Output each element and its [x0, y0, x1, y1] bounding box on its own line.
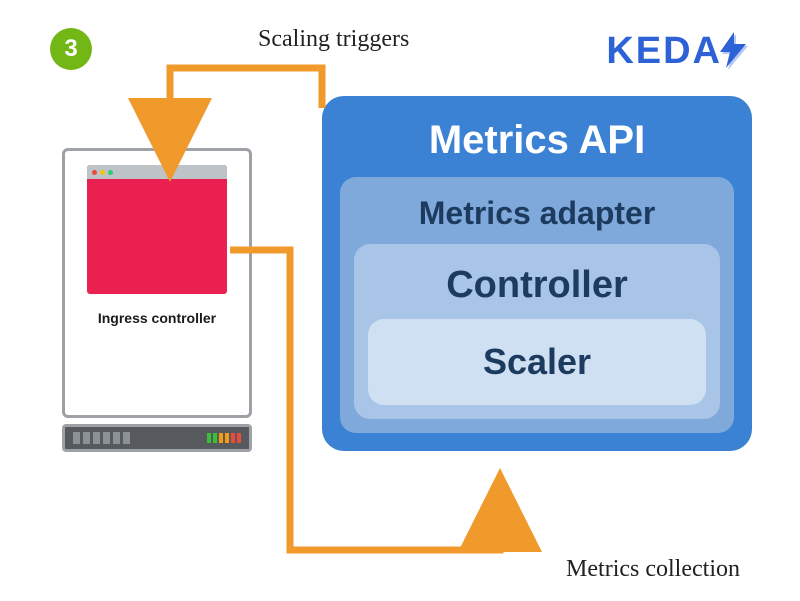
rack-slot-icon [123, 432, 130, 444]
rack-slot-icon [83, 432, 90, 444]
rack-slot-icon [93, 432, 100, 444]
metrics-adapter-layer: Metrics adapter Controller Scaler [340, 177, 734, 433]
server-screen: Ingress controller [62, 148, 252, 418]
rack-slots [73, 432, 130, 444]
scaling-triggers-label: Scaling triggers [258, 26, 409, 53]
window-dot-yellow-icon [100, 170, 105, 175]
server-rack [62, 424, 252, 452]
window-dot-red-icon [92, 170, 97, 175]
ingress-controller-label: Ingress controller [98, 310, 216, 326]
scaler-label: Scaler [483, 341, 591, 382]
rack-slot-icon [73, 432, 80, 444]
step-badge: 3 [50, 28, 92, 70]
window-body [87, 179, 227, 294]
ingress-server: Ingress controller [62, 148, 252, 452]
scaler-layer: Scaler [368, 319, 706, 405]
metrics-collection-label: Metrics collection [566, 556, 740, 583]
led-green-icon [213, 433, 217, 443]
rack-leds [207, 433, 241, 443]
keda-stack: Metrics API Metrics adapter Controller S… [322, 96, 752, 451]
keda-logo: KEDA [606, 30, 752, 73]
led-green-icon [207, 433, 211, 443]
metrics-adapter-label: Metrics adapter [354, 195, 720, 232]
scaling-triggers-arrow-icon [170, 68, 322, 140]
led-red-icon [237, 433, 241, 443]
app-window [87, 165, 227, 294]
rack-slot-icon [103, 432, 110, 444]
keda-logo-text: KEDA [606, 30, 722, 73]
metrics-api-title: Metrics API [340, 118, 734, 163]
led-orange-icon [219, 433, 223, 443]
window-titlebar [87, 165, 227, 179]
window-dot-green-icon [108, 170, 113, 175]
controller-layer: Controller Scaler [354, 244, 720, 419]
controller-label: Controller [368, 264, 706, 307]
lightning-icon [718, 32, 752, 72]
rack-slot-icon [113, 432, 120, 444]
led-orange-icon [225, 433, 229, 443]
led-red-icon [231, 433, 235, 443]
